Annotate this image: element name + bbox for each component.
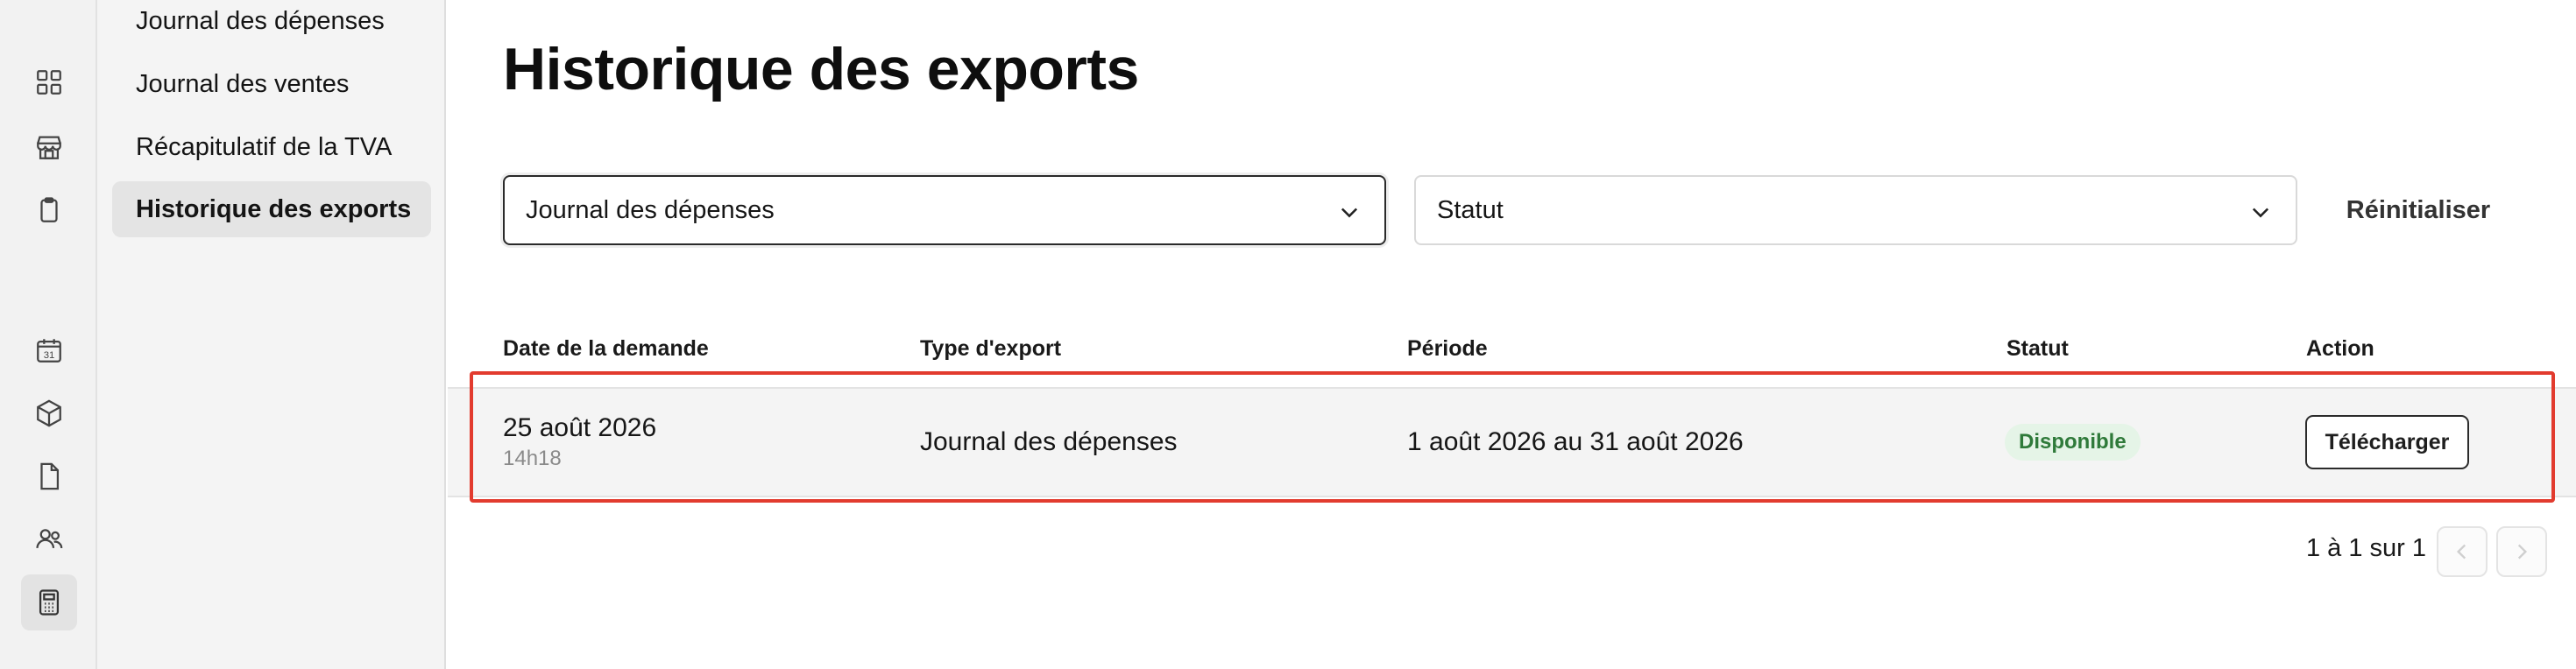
subnav-item-expense-journal[interactable]: Journal des dépenses [112, 0, 431, 49]
status-select[interactable]: Statut [1414, 175, 2297, 245]
column-header-date: Date de la demande [503, 336, 709, 361]
highlight-box [470, 371, 2555, 503]
secondary-nav: Journal des dépenses Journal des ventes … [97, 0, 446, 669]
svg-text:31: 31 [44, 350, 55, 361]
calendar-icon[interactable]: 31 [21, 322, 77, 378]
users-icon[interactable] [21, 511, 77, 567]
page-title: Historique des exports [503, 36, 1139, 102]
box-icon[interactable] [21, 385, 77, 441]
store-icon[interactable] [21, 119, 77, 175]
status-select-value: Statut [1437, 195, 1504, 224]
subnav-item-vat-summary[interactable]: Récapitulatif de la TVA [112, 119, 431, 175]
subnav-item-sales-journal[interactable]: Journal des ventes [112, 56, 431, 112]
chevron-down-icon [2252, 208, 2269, 218]
reset-button[interactable]: Réinitialiser [2331, 175, 2506, 245]
previous-page-button[interactable] [2437, 526, 2488, 577]
column-header-status: Statut [2006, 336, 2069, 361]
pagination-summary: 1 à 1 sur 1 [2306, 534, 2427, 562]
clipboard-icon[interactable] [21, 182, 77, 238]
export-type-select[interactable]: Journal des dépenses [503, 175, 1386, 245]
column-header-action: Action [2306, 336, 2374, 361]
subnav-item-label: Journal des ventes [136, 69, 350, 98]
chevron-left-icon [2456, 544, 2466, 560]
column-header-type: Type d'export [920, 336, 1062, 361]
subnav-item-label: Historique des exports [136, 194, 412, 223]
chevron-right-icon [2517, 544, 2528, 560]
export-type-select-value: Journal des dépenses [526, 195, 775, 224]
column-header-period: Période [1407, 336, 1488, 361]
document-icon[interactable] [21, 448, 77, 504]
subnav-item-label: Récapitulatif de la TVA [136, 132, 393, 161]
grid-icon[interactable] [21, 54, 77, 110]
calculator-icon[interactable] [21, 574, 77, 630]
next-page-button[interactable] [2496, 526, 2547, 577]
chevron-down-icon [1341, 208, 1358, 218]
icon-rail: 31 [0, 0, 97, 669]
subnav-item-export-history[interactable]: Historique des exports [112, 181, 431, 237]
subnav-item-label: Journal des dépenses [136, 6, 385, 35]
